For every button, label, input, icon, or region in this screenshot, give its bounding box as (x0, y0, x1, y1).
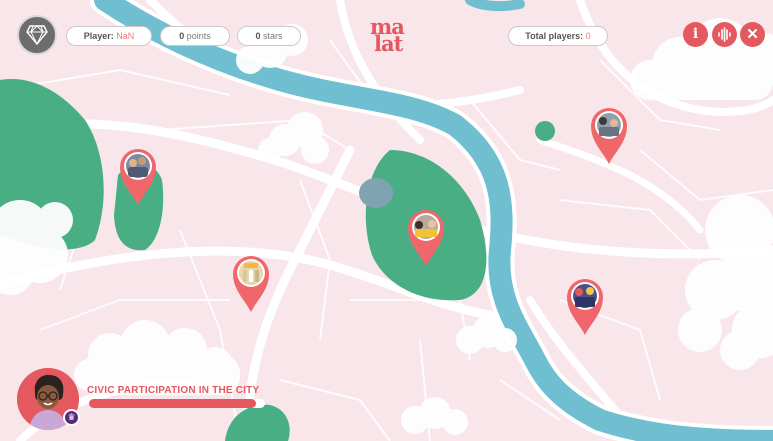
diamond-icon (26, 25, 48, 45)
player-name-badge: Player: NaN (66, 26, 152, 46)
points-badge: 0 points (160, 26, 230, 46)
mission-progress-bar (89, 399, 265, 408)
logo: ma lat (368, 14, 412, 58)
sound-button[interactable] (712, 22, 737, 47)
points-value: 0 (179, 31, 185, 41)
trophy-badge: ♛ (63, 409, 80, 426)
mission-card: ♛ CIVIC PARTICIPATION IN THE CITY (17, 368, 287, 432)
close-icon: ✕ (746, 26, 759, 43)
map-marker-icon (567, 279, 603, 335)
map-marker-icon (233, 256, 269, 312)
total-players-value: 0 (585, 31, 591, 41)
location-pin-riverside-east[interactable] (565, 277, 605, 335)
stars-label: stars (263, 31, 283, 41)
map-marker-icon (408, 210, 444, 266)
player-label: Player: (83, 31, 114, 41)
game-stage: Player: NaN 0 points 0 stars ma lat Tota… (0, 0, 773, 441)
points-label: points (186, 31, 211, 41)
close-button[interactable]: ✕ (740, 22, 765, 47)
player-value: NaN (116, 31, 135, 41)
location-pin-central-park[interactable] (406, 208, 446, 266)
sound-wave-icon (718, 27, 731, 42)
stars-badge: 0 stars (237, 26, 301, 46)
total-players-label: Total players: (525, 31, 584, 41)
mission-title: CIVIC PARTICIPATION IN THE CITY (87, 385, 260, 396)
info-icon: i (692, 26, 699, 42)
logo-line-2: lat (374, 31, 403, 56)
trophy-icon: ♛ (67, 412, 76, 422)
menu-button[interactable] (17, 15, 57, 55)
map-marker-icon (120, 149, 156, 205)
location-pin-northeast[interactable] (589, 106, 629, 164)
stars-value: 0 (255, 31, 261, 41)
info-button[interactable]: i (683, 22, 708, 47)
top-bar: Player: NaN 0 points 0 stars ma lat Tota… (0, 0, 773, 70)
total-players-badge: Total players: 0 (508, 26, 608, 46)
mission-progress-fill (89, 399, 257, 408)
location-pin-park-west[interactable] (118, 147, 158, 205)
location-pin-market[interactable] (231, 254, 271, 312)
map-marker-icon (591, 108, 627, 164)
